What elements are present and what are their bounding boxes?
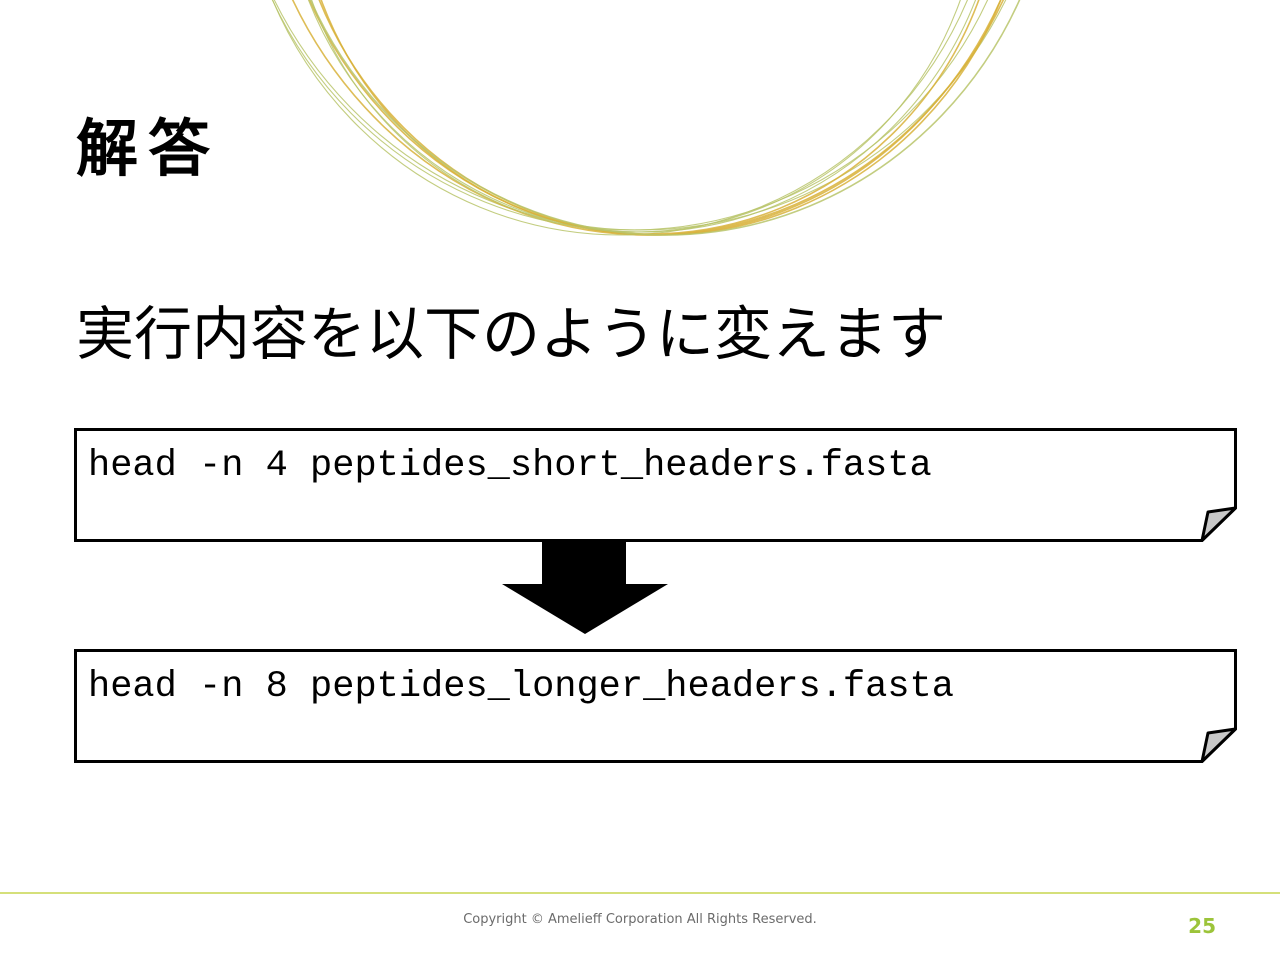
decor-ring — [271, 0, 969, 236]
footer-divider — [0, 892, 1280, 894]
decor-ring — [309, 0, 1021, 236]
before-command-text: head -n 4 peptides_short_headers.fasta — [88, 445, 932, 487]
page-number: 25 — [1188, 914, 1216, 938]
slide-title: 解答 — [76, 112, 221, 185]
decor-ring — [320, 0, 980, 235]
after-command-box: head -n 8 peptides_longer_headers.fasta — [74, 649, 1238, 763]
decor-ring — [308, 0, 1002, 236]
down-arrow-icon — [502, 540, 668, 634]
copyright-notice: Copyright © Amelieff Corporation All Rig… — [463, 912, 817, 927]
decor-ring — [291, 0, 1005, 236]
slide-subtitle: 実行内容を以下のように変えます — [76, 300, 947, 368]
decor-ring — [311, 0, 961, 233]
decor-ring — [271, 0, 989, 231]
after-command-text: head -n 8 peptides_longer_headers.fasta — [88, 666, 954, 708]
before-command-box: head -n 4 peptides_short_headers.fasta — [74, 428, 1238, 542]
